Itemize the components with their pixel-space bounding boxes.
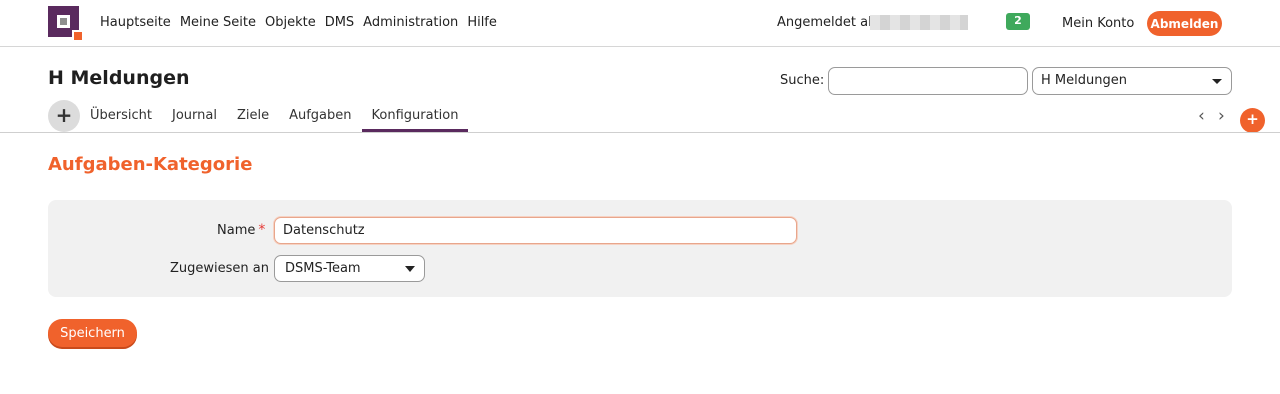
form-panel: [48, 200, 1232, 297]
main-nav: Hauptseite Meine Seite Objekte DMS Admin…: [100, 15, 506, 30]
nav-item-objekte[interactable]: Objekte: [265, 15, 316, 30]
chevron-right-icon[interactable]: ›: [1218, 106, 1225, 126]
assign-select[interactable]: DSMS-Team: [274, 255, 425, 282]
top-bar: Hauptseite Meine Seite Objekte DMS Admin…: [0, 0, 1280, 47]
login-status-label: Angemeldet als: [777, 15, 879, 30]
tabs-divider: [0, 132, 1280, 133]
tab-konfiguration[interactable]: Konfiguration: [361, 108, 469, 132]
search-label: Suche:: [780, 73, 825, 88]
logo-center: [57, 15, 70, 28]
redacted-username: [870, 15, 968, 30]
nav-item-hauptseite[interactable]: Hauptseite: [100, 15, 171, 30]
nav-item-dms[interactable]: DMS: [325, 15, 354, 30]
nav-item-meine-seite[interactable]: Meine Seite: [180, 15, 256, 30]
page-title: H Meldungen: [48, 67, 190, 89]
assign-label: Zugewiesen an: [170, 261, 269, 276]
caret-down-icon: [405, 266, 415, 272]
name-label-text: Name: [217, 223, 256, 238]
tab-bar: Übersicht Journal Ziele Aufgaben Konfigu…: [90, 108, 478, 132]
tab-uebersicht[interactable]: Übersicht: [90, 108, 152, 123]
tab-ziele[interactable]: Ziele: [237, 108, 269, 123]
logo-corner: [72, 30, 84, 42]
tab-journal[interactable]: Journal: [172, 108, 217, 123]
chevron-left-icon[interactable]: ‹: [1198, 106, 1205, 126]
required-marker: *: [258, 222, 266, 238]
my-account-link[interactable]: Mein Konto: [1062, 16, 1134, 31]
section-title: Aufgaben-Kategorie: [48, 154, 253, 175]
search-scope-select[interactable]: H Meldungen: [1032, 67, 1232, 95]
app-logo[interactable]: [48, 6, 84, 42]
search-input[interactable]: [828, 67, 1028, 95]
search-scope-value: H Meldungen: [1041, 73, 1127, 88]
notification-badge[interactable]: 2: [1006, 13, 1030, 30]
nav-item-hilfe[interactable]: Hilfe: [467, 15, 497, 30]
name-field[interactable]: [274, 217, 797, 244]
name-label: Name *: [217, 222, 265, 238]
tab-aufgaben[interactable]: Aufgaben: [289, 108, 351, 123]
save-button[interactable]: Speichern: [48, 319, 137, 347]
logout-button[interactable]: Abmelden: [1147, 11, 1222, 36]
add-menu-button[interactable]: +: [48, 100, 80, 132]
assign-select-value: DSMS-Team: [285, 261, 361, 276]
nav-item-administration[interactable]: Administration: [363, 15, 458, 30]
caret-down-icon: [1212, 79, 1222, 84]
add-new-button[interactable]: +: [1240, 108, 1265, 133]
